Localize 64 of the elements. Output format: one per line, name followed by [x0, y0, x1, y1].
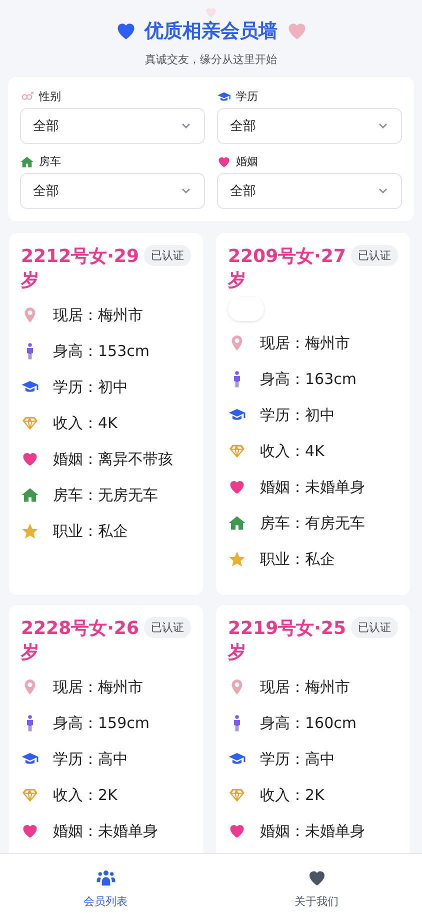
member-title: 2212号女·29岁: [21, 245, 139, 293]
verified-badge: 已认证: [144, 617, 191, 638]
filter-dropdown[interactable]: 全部: [20, 173, 205, 209]
house-icon: [20, 154, 34, 168]
diamond-icon: [21, 786, 39, 804]
member-info: 房车：有房无车: [260, 514, 365, 532]
filter-dropdown[interactable]: 全部: [20, 108, 205, 144]
page-title: 优质相亲会员墙: [144, 19, 278, 44]
member-card[interactable]: 2212号女·29岁 已认证 现居：梅州市 身高：153cm 学历：初中 收入：4K 婚姻：离异不带孩 房车：无房无车 职业：私企: [9, 233, 203, 595]
house-icon: [21, 486, 39, 504]
heart-icon: [228, 822, 246, 840]
member-info: 学历：初中: [260, 406, 335, 424]
member-info: 学历：高中: [260, 750, 335, 768]
heart-icon: [228, 478, 246, 496]
member-info: 现居：梅州市: [260, 334, 350, 352]
star-icon: [228, 550, 246, 568]
member-info: 学历：高中: [53, 750, 128, 768]
filter-label: 婚姻: [236, 154, 258, 169]
users-icon: [96, 868, 116, 888]
member-info: 现居：梅州市: [260, 678, 350, 696]
member-info: 房车：无房无车: [53, 486, 158, 504]
member-title: 2219号女·25岁: [228, 617, 346, 665]
filter-label: 性别: [39, 89, 61, 104]
member-info: 现居：梅州市: [53, 678, 143, 696]
house-icon: [228, 514, 246, 532]
tab[interactable]: 关于我们: [211, 854, 422, 922]
heart-icon: [217, 154, 231, 168]
member-title: 2209号女·27岁: [228, 245, 346, 293]
verified-badge: 已认证: [144, 245, 191, 266]
verified-badge: 已认证: [351, 617, 398, 638]
member-info: 身高：159cm: [53, 714, 150, 732]
diamond-icon: [228, 442, 246, 460]
member-info: 职业：私企: [260, 550, 335, 568]
filter-label: 学历: [236, 89, 258, 104]
member-info: 收入：4K: [260, 442, 324, 460]
member-info: 婚姻：未婚单身: [260, 478, 365, 496]
member-info: 职业：私企: [53, 522, 128, 540]
filter-dropdown[interactable]: 全部: [217, 108, 402, 144]
member-card[interactable]: 2219号女·25岁 已认证 现居：梅州市 身高：160cm 学历：高中 收入：2K 婚姻：未婚单身: [216, 605, 410, 853]
graduation-cap-icon: [217, 90, 231, 104]
member-info: 身高：160cm: [260, 714, 356, 732]
verified-badge: 已认证: [351, 245, 398, 266]
tab[interactable]: 会员列表: [0, 854, 211, 922]
member-card[interactable]: 2228号女·26岁 已认证 现居：梅州市 身高：159cm 学历：高中 收入：2K 婚姻：未婚单身: [9, 605, 203, 853]
member-info: 收入：2K: [260, 786, 324, 804]
heart-icon: [21, 450, 39, 468]
filter-label: 房车: [39, 154, 61, 169]
member-info: 婚姻：未婚单身: [53, 822, 158, 840]
member-info: 收入：2K: [53, 786, 118, 804]
member-info: 现居：梅州市: [53, 306, 143, 324]
member-info: 学历：初中: [53, 378, 128, 396]
member-info: 身高：153cm: [53, 342, 150, 360]
filter-dropdown[interactable]: 全部: [217, 173, 402, 209]
member-title: 2228号女·26岁: [21, 617, 139, 665]
heart-icon: [21, 822, 39, 840]
member-card[interactable]: 2209号女·27岁 已认证 现居：梅州市 身高：163cm 学历：初中 收入：4K 婚姻：未婚单身 房车：有房无车 职业：私企: [216, 233, 410, 595]
member-info: 婚姻：未婚单身: [260, 822, 365, 840]
member-info: 婚姻：离异不带孩: [53, 450, 173, 468]
member-info: 收入：4K: [53, 414, 118, 432]
diamond-icon: [228, 786, 246, 804]
member-info: 身高：163cm: [260, 370, 356, 388]
diamond-icon: [21, 414, 39, 432]
page-subtitle: 真诚交友，缘分从这里开始: [145, 52, 277, 67]
star-icon: [21, 522, 39, 540]
